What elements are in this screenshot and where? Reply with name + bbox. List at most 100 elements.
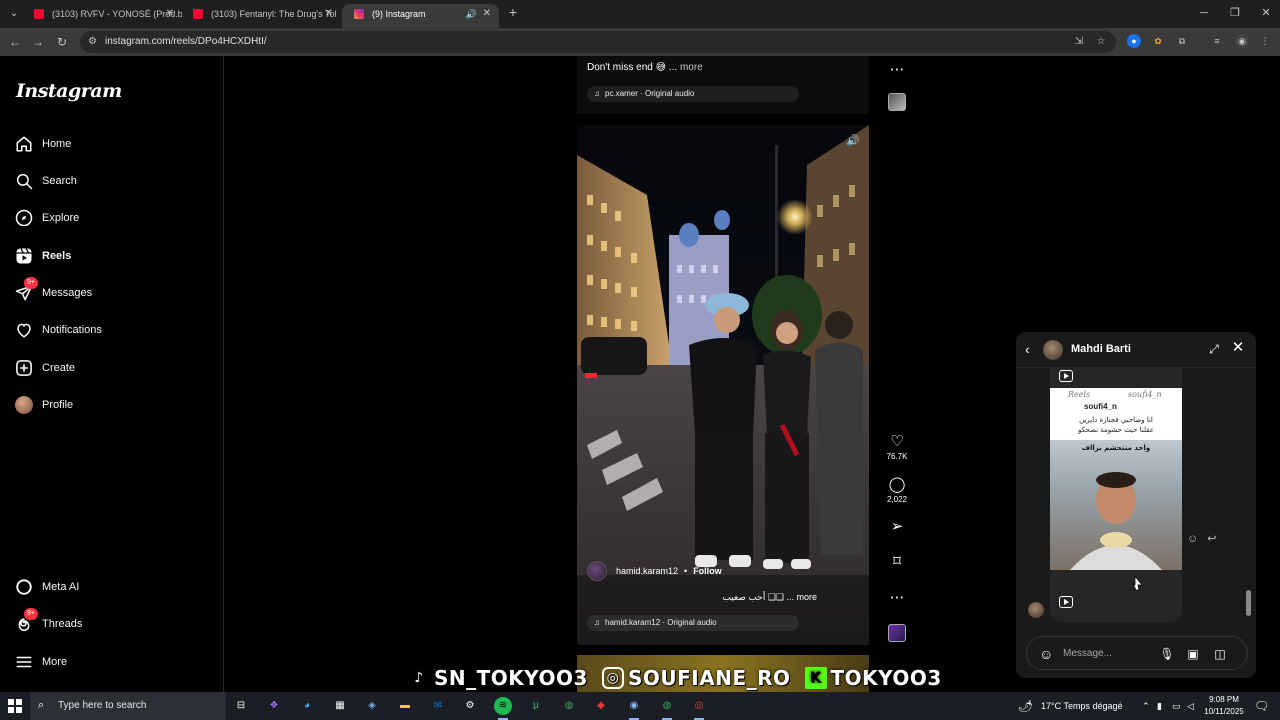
extensions-puzzle-icon[interactable]: ⧉ <box>1175 34 1189 48</box>
outlook-icon[interactable]: ✉ <box>429 697 447 715</box>
instagram-logo[interactable]: Instagram <box>16 80 122 102</box>
close-icon[interactable]: ✕ <box>483 4 491 24</box>
chevron-up-icon[interactable]: ⌃ <box>1142 692 1150 720</box>
media-controls-icon[interactable]: ≡ <box>1210 34 1224 48</box>
sidebar-item-meta-ai[interactable]: Meta AI <box>14 572 214 602</box>
windows-start-icon[interactable] <box>8 699 22 713</box>
search-icon <box>14 171 34 191</box>
app-red-icon[interactable]: ◆ <box>592 697 610 715</box>
share-button[interactable]: ➢ <box>880 518 914 536</box>
spotify-icon[interactable]: ≋ <box>494 697 512 720</box>
shared-reel-preview[interactable]: Reels soufi4_n soufi4_n انا وصاحبي فجناز… <box>1050 388 1182 570</box>
chrome-icon-2[interactable]: ◍ <box>658 697 676 720</box>
task-view-icon[interactable]: ⊟ <box>232 697 250 715</box>
minimize-icon[interactable]: ─ <box>1197 6 1211 20</box>
microphone-icon[interactable]: 🎙 <box>1159 646 1175 662</box>
chat-avatar[interactable] <box>1043 340 1063 360</box>
chrome-icon[interactable]: ◍ <box>560 697 578 715</box>
edge-icon[interactable]: ◕ <box>298 697 316 715</box>
browser-menu-icon[interactable]: ⋮ <box>1258 34 1272 48</box>
current-reel-video[interactable]: 🔊 hamid.karam12 • Follow أحب صعيب ❑❑ ...… <box>577 125 869 645</box>
sidebar-item-profile[interactable]: Profile <box>14 390 214 420</box>
browser-toolbar: ← → ↻ ⚙ instagram.com/reels/DPo4HCXDHtI/… <box>0 28 1280 56</box>
volume-icon[interactable]: ◁ <box>1187 692 1194 720</box>
url-text[interactable]: instagram.com/reels/DPo4HCXDHtI/ <box>105 31 267 53</box>
expand-icon[interactable]: ⤢ <box>1206 341 1222 357</box>
notepad-icon[interactable]: ◈ <box>363 697 381 715</box>
copilot-icon[interactable]: ❖ <box>265 697 283 715</box>
author-avatar[interactable] <box>587 561 607 581</box>
tab-youtube-1[interactable]: (3103) RVFV - YONOSÉ (Prod.b ✕ <box>22 4 182 28</box>
reel-caption[interactable]: أحب صعيب ❑❑ ... more <box>722 592 817 603</box>
notification-center-icon[interactable]: 🗨 <box>1254 692 1269 720</box>
close-icon[interactable]: ✕ <box>1230 340 1246 356</box>
taskbar-search[interactable]: ⌕ Type here to search <box>30 692 226 720</box>
obs-icon[interactable]: ◎ <box>690 697 708 720</box>
author-username[interactable]: hamid.karam12 <box>616 566 678 576</box>
tab-instagram[interactable]: (9) Instagram 🔊 ✕ <box>342 4 499 28</box>
chat-scrollbar[interactable] <box>1245 372 1251 622</box>
chat-contact-name[interactable]: Mahdi Barti <box>1071 343 1131 355</box>
chat-scroll-thumb[interactable] <box>1246 590 1251 616</box>
utorrent-icon[interactable]: μ <box>527 697 545 715</box>
network-icon[interactable]: ▭ <box>1172 692 1181 720</box>
install-app-icon[interactable]: ⇲ <box>1073 36 1085 48</box>
like-button[interactable]: ♡ 76.7K <box>880 433 914 461</box>
sidebar-item-explore[interactable]: Explore <box>14 203 214 233</box>
emoji-icon[interactable]: ☺ <box>1039 646 1055 662</box>
back-icon[interactable]: ← <box>7 34 23 50</box>
sidebar-item-search[interactable]: Search <box>14 166 214 196</box>
close-icon[interactable]: ✕ <box>325 4 333 24</box>
sidebar-item-label: Reels <box>42 250 72 262</box>
message-input[interactable] <box>1063 645 1153 661</box>
extension-honey-icon[interactable]: ✿ <box>1151 34 1165 48</box>
chevron-left-icon[interactable]: ‹ <box>1025 341 1041 357</box>
site-info-icon[interactable]: ⚙ <box>88 36 100 48</box>
weather-text[interactable]: 17°C Temps dégagé <box>1041 692 1123 720</box>
store-icon[interactable]: ▦ <box>331 697 349 715</box>
forward-icon[interactable]: → <box>30 34 46 50</box>
steam-icon[interactable]: ⚙ <box>461 697 479 715</box>
sticker-icon[interactable]: ◫ <box>1212 646 1228 662</box>
more-options-button[interactable]: ⋯ <box>880 589 914 607</box>
image-icon[interactable]: ▣ <box>1185 646 1201 662</box>
sidebar-item-threads[interactable]: 9+ Threads <box>14 608 214 639</box>
bookmark-star-icon[interactable]: ☆ <box>1095 36 1107 48</box>
address-bar[interactable]: ⚙ instagram.com/reels/DPo4HCXDHtI/ ⇲ ☆ <box>80 31 1116 53</box>
profile-avatar-icon[interactable]: ◉ <box>1235 34 1249 48</box>
weather-icon[interactable]: 🌶 <box>1018 692 1033 720</box>
follow-button[interactable]: Follow <box>693 566 722 576</box>
more-options-top[interactable]: ⋯ <box>880 61 914 79</box>
volume-icon[interactable]: 🔊 <box>845 133 861 149</box>
sidebar-item-home[interactable]: Home <box>14 129 214 159</box>
audio-thumbnail[interactable] <box>888 624 906 642</box>
audio-pill[interactable]: ♫ hamid.karam12 · Original audio <box>587 615 799 631</box>
save-button[interactable]: ⌑ <box>880 553 914 571</box>
file-explorer-icon[interactable]: ▬ <box>396 697 414 715</box>
audio-playing-icon[interactable]: 🔊 <box>466 4 477 24</box>
more-link[interactable]: more <box>680 62 703 73</box>
restore-icon[interactable]: ❐ <box>1228 6 1242 20</box>
sidebar-item-create[interactable]: Create <box>14 353 214 383</box>
discord-icon[interactable]: ◉ <box>625 697 643 720</box>
reload-icon[interactable]: ↻ <box>54 34 70 50</box>
shared-reel-message[interactable]: Reels soufi4_n soufi4_n انا وصاحبي فجناز… <box>1050 368 1182 622</box>
new-tab-button[interactable]: + <box>505 5 521 21</box>
react-emoji-icon[interactable]: ☺ <box>1187 533 1198 545</box>
comment-button[interactable]: ◯ 2,022 <box>880 476 914 504</box>
sidebar-item-reels[interactable]: Reels <box>14 241 214 271</box>
reply-icon[interactable]: ↩ <box>1207 533 1216 545</box>
close-icon[interactable]: ✕ <box>166 4 174 24</box>
tab-search-button[interactable]: ⌄ <box>5 5 23 23</box>
tab-youtube-2[interactable]: (3103) Fentanyl: The Drug's Tol ✕ <box>181 4 341 28</box>
audio-thumbnail-top[interactable] <box>888 93 906 111</box>
taskbar-clock[interactable]: 9:08 PM 10/11/2025 <box>1200 694 1248 718</box>
sidebar-item-notifications[interactable]: Notifications <box>14 315 214 345</box>
sidebar-item-messages[interactable]: 9+ Messages <box>14 277 214 308</box>
microphone-icon[interactable]: ▮ <box>1157 692 1162 720</box>
audio-pill[interactable]: ♫ pc.xamer · Original audio <box>587 86 799 102</box>
close-window-icon[interactable]: ✕ <box>1259 6 1273 20</box>
sidebar-item-more[interactable]: More <box>14 647 214 677</box>
previous-reel[interactable]: Don't miss end 😅 ... more ♫ pc.xamer · O… <box>577 56 869 114</box>
extension-icon[interactable]: ● <box>1127 34 1141 48</box>
